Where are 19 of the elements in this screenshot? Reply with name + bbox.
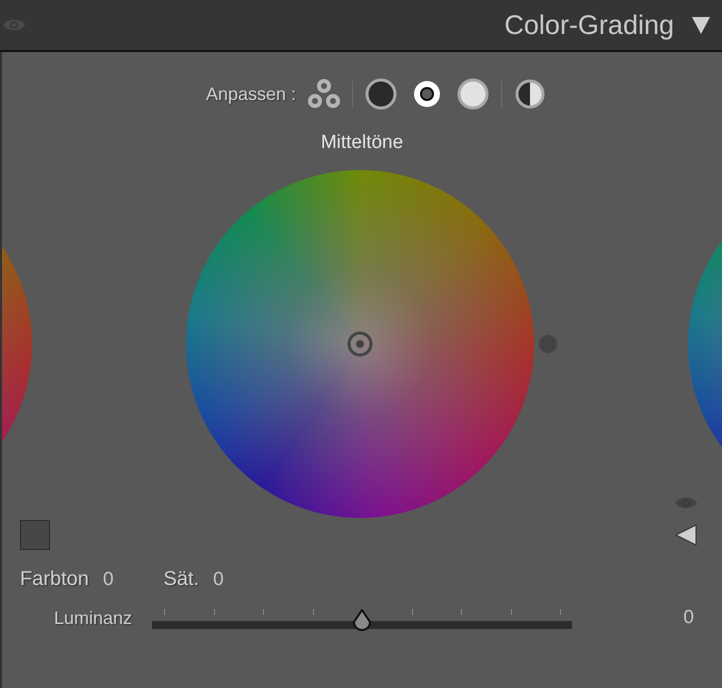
field-label: Sät. (164, 568, 200, 591)
wheel-title: Mitteltöne (320, 132, 404, 154)
target-icon[interactable] (346, 330, 374, 358)
dark-circle-icon (365, 78, 398, 110)
slider-value[interactable]: 0 (683, 607, 694, 629)
panel-title: Color-Grading (504, 10, 674, 40)
mode-button[interactable] (363, 76, 400, 112)
left-triangle-icon[interactable] (674, 523, 698, 547)
three-circles-icon (307, 78, 342, 110)
adjust-label: Anpassen : (206, 84, 296, 104)
field-value[interactable]: 0 (213, 569, 224, 591)
collapse-triangle-icon[interactable] (690, 14, 712, 36)
slider-thumb[interactable] (352, 609, 372, 631)
field-value[interactable]: 0 (102, 569, 114, 591)
color-swatch[interactable] (20, 520, 50, 550)
light-circle-icon (457, 78, 490, 110)
field-label: Farbton (20, 568, 89, 591)
slider-label: Luminanz (54, 608, 132, 628)
half-circle-icon (514, 78, 546, 110)
